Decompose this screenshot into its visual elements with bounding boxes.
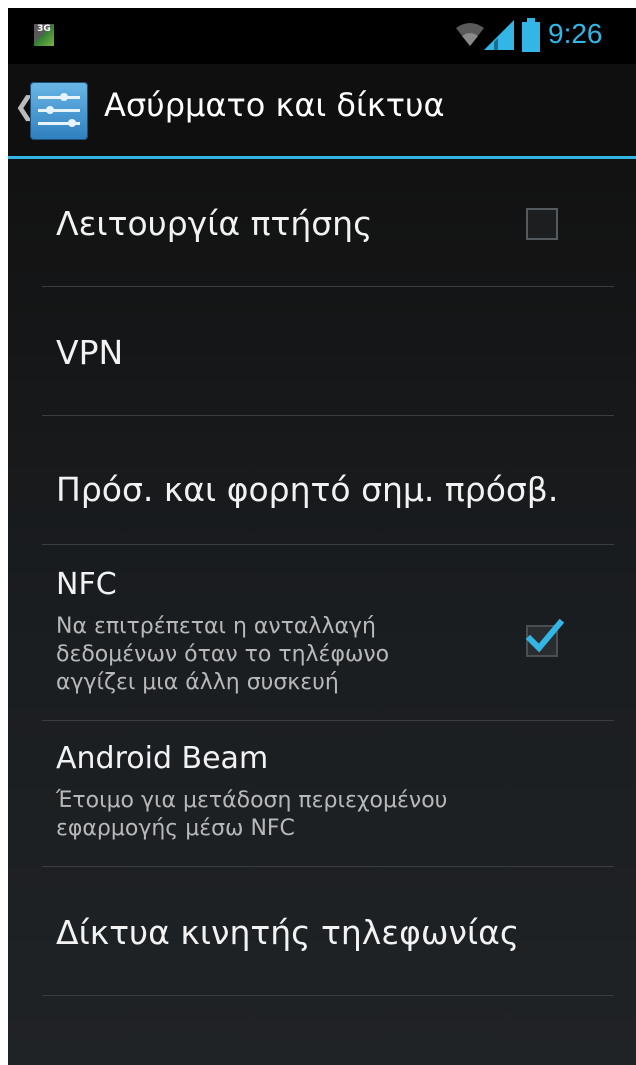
android-beam-summary-line: εφαρμογής μέσω NFC bbox=[56, 816, 295, 841]
nfc-summary-line: αγγίζει μια άλλη συσκευή bbox=[56, 670, 339, 695]
nfc-summary-line: Να επιτρέπεται η ανταλλαγή bbox=[56, 614, 376, 639]
mobile-networks-title: Δίκτυα κινητής τηλεφωνίας bbox=[56, 913, 520, 952]
battery-icon bbox=[522, 18, 540, 52]
setting-vpn[interactable]: VPN bbox=[42, 287, 614, 415]
airplane-mode-title: Λειτουργία πτήσης bbox=[56, 204, 373, 243]
wifi-icon bbox=[456, 23, 484, 46]
android-beam-summary: Έτοιμο για μετάδοση περιεχομένου εφαρμογ… bbox=[56, 787, 447, 843]
hotspot-title: Πρόσ. και φορητό σημ. πρόσβ. bbox=[56, 470, 559, 509]
nfc-title: NFC bbox=[56, 567, 117, 602]
setting-nfc[interactable]: NFC Να επιτρέπεται η ανταλλαγή δεδομένων… bbox=[42, 545, 614, 720]
vpn-title: VPN bbox=[56, 333, 124, 372]
setting-mobile-networks[interactable]: Δίκτυα κινητής τηλεφωνίας bbox=[42, 867, 614, 995]
settings-sliders-icon[interactable] bbox=[30, 82, 88, 140]
nfc-checkbox[interactable] bbox=[525, 618, 564, 657]
setting-hotspot[interactable]: Πρόσ. και φορητό σημ. πρόσβ. bbox=[42, 416, 614, 544]
divider bbox=[42, 995, 614, 996]
network-3g-icon: 3G bbox=[34, 24, 54, 46]
network-badge-label: 3G bbox=[37, 24, 51, 34]
status-time: 9:26 bbox=[548, 18, 603, 49]
nfc-summary-line: δεδομένων όταν το τηλέφωνο bbox=[56, 642, 390, 667]
setting-android-beam[interactable]: Android Beam Έτοιμο για μετάδοση περιεχο… bbox=[42, 721, 614, 866]
airplane-mode-checkbox[interactable] bbox=[526, 208, 558, 240]
status-bar: 3G 9:26 bbox=[8, 8, 636, 64]
android-beam-summary-line: Έτοιμο για μετάδοση περιεχομένου bbox=[56, 788, 448, 813]
android-beam-title: Android Beam bbox=[56, 741, 269, 776]
action-bar: ❮ Ασύρματο και δίκτυα bbox=[8, 64, 636, 159]
checkmark-icon bbox=[525, 618, 564, 653]
page-title: Ασύρματο και δίκτυα bbox=[104, 86, 445, 124]
signal-icon bbox=[484, 20, 514, 50]
phone-screen: 3G 9:26 ❮ Ασύρματο και δίκτυα Λειτουργία… bbox=[8, 8, 636, 1065]
setting-airplane-mode[interactable]: Λειτουργία πτήσης bbox=[42, 158, 614, 286]
nfc-summary: Να επιτρέπεται η ανταλλαγή δεδομένων ότα… bbox=[56, 613, 389, 697]
